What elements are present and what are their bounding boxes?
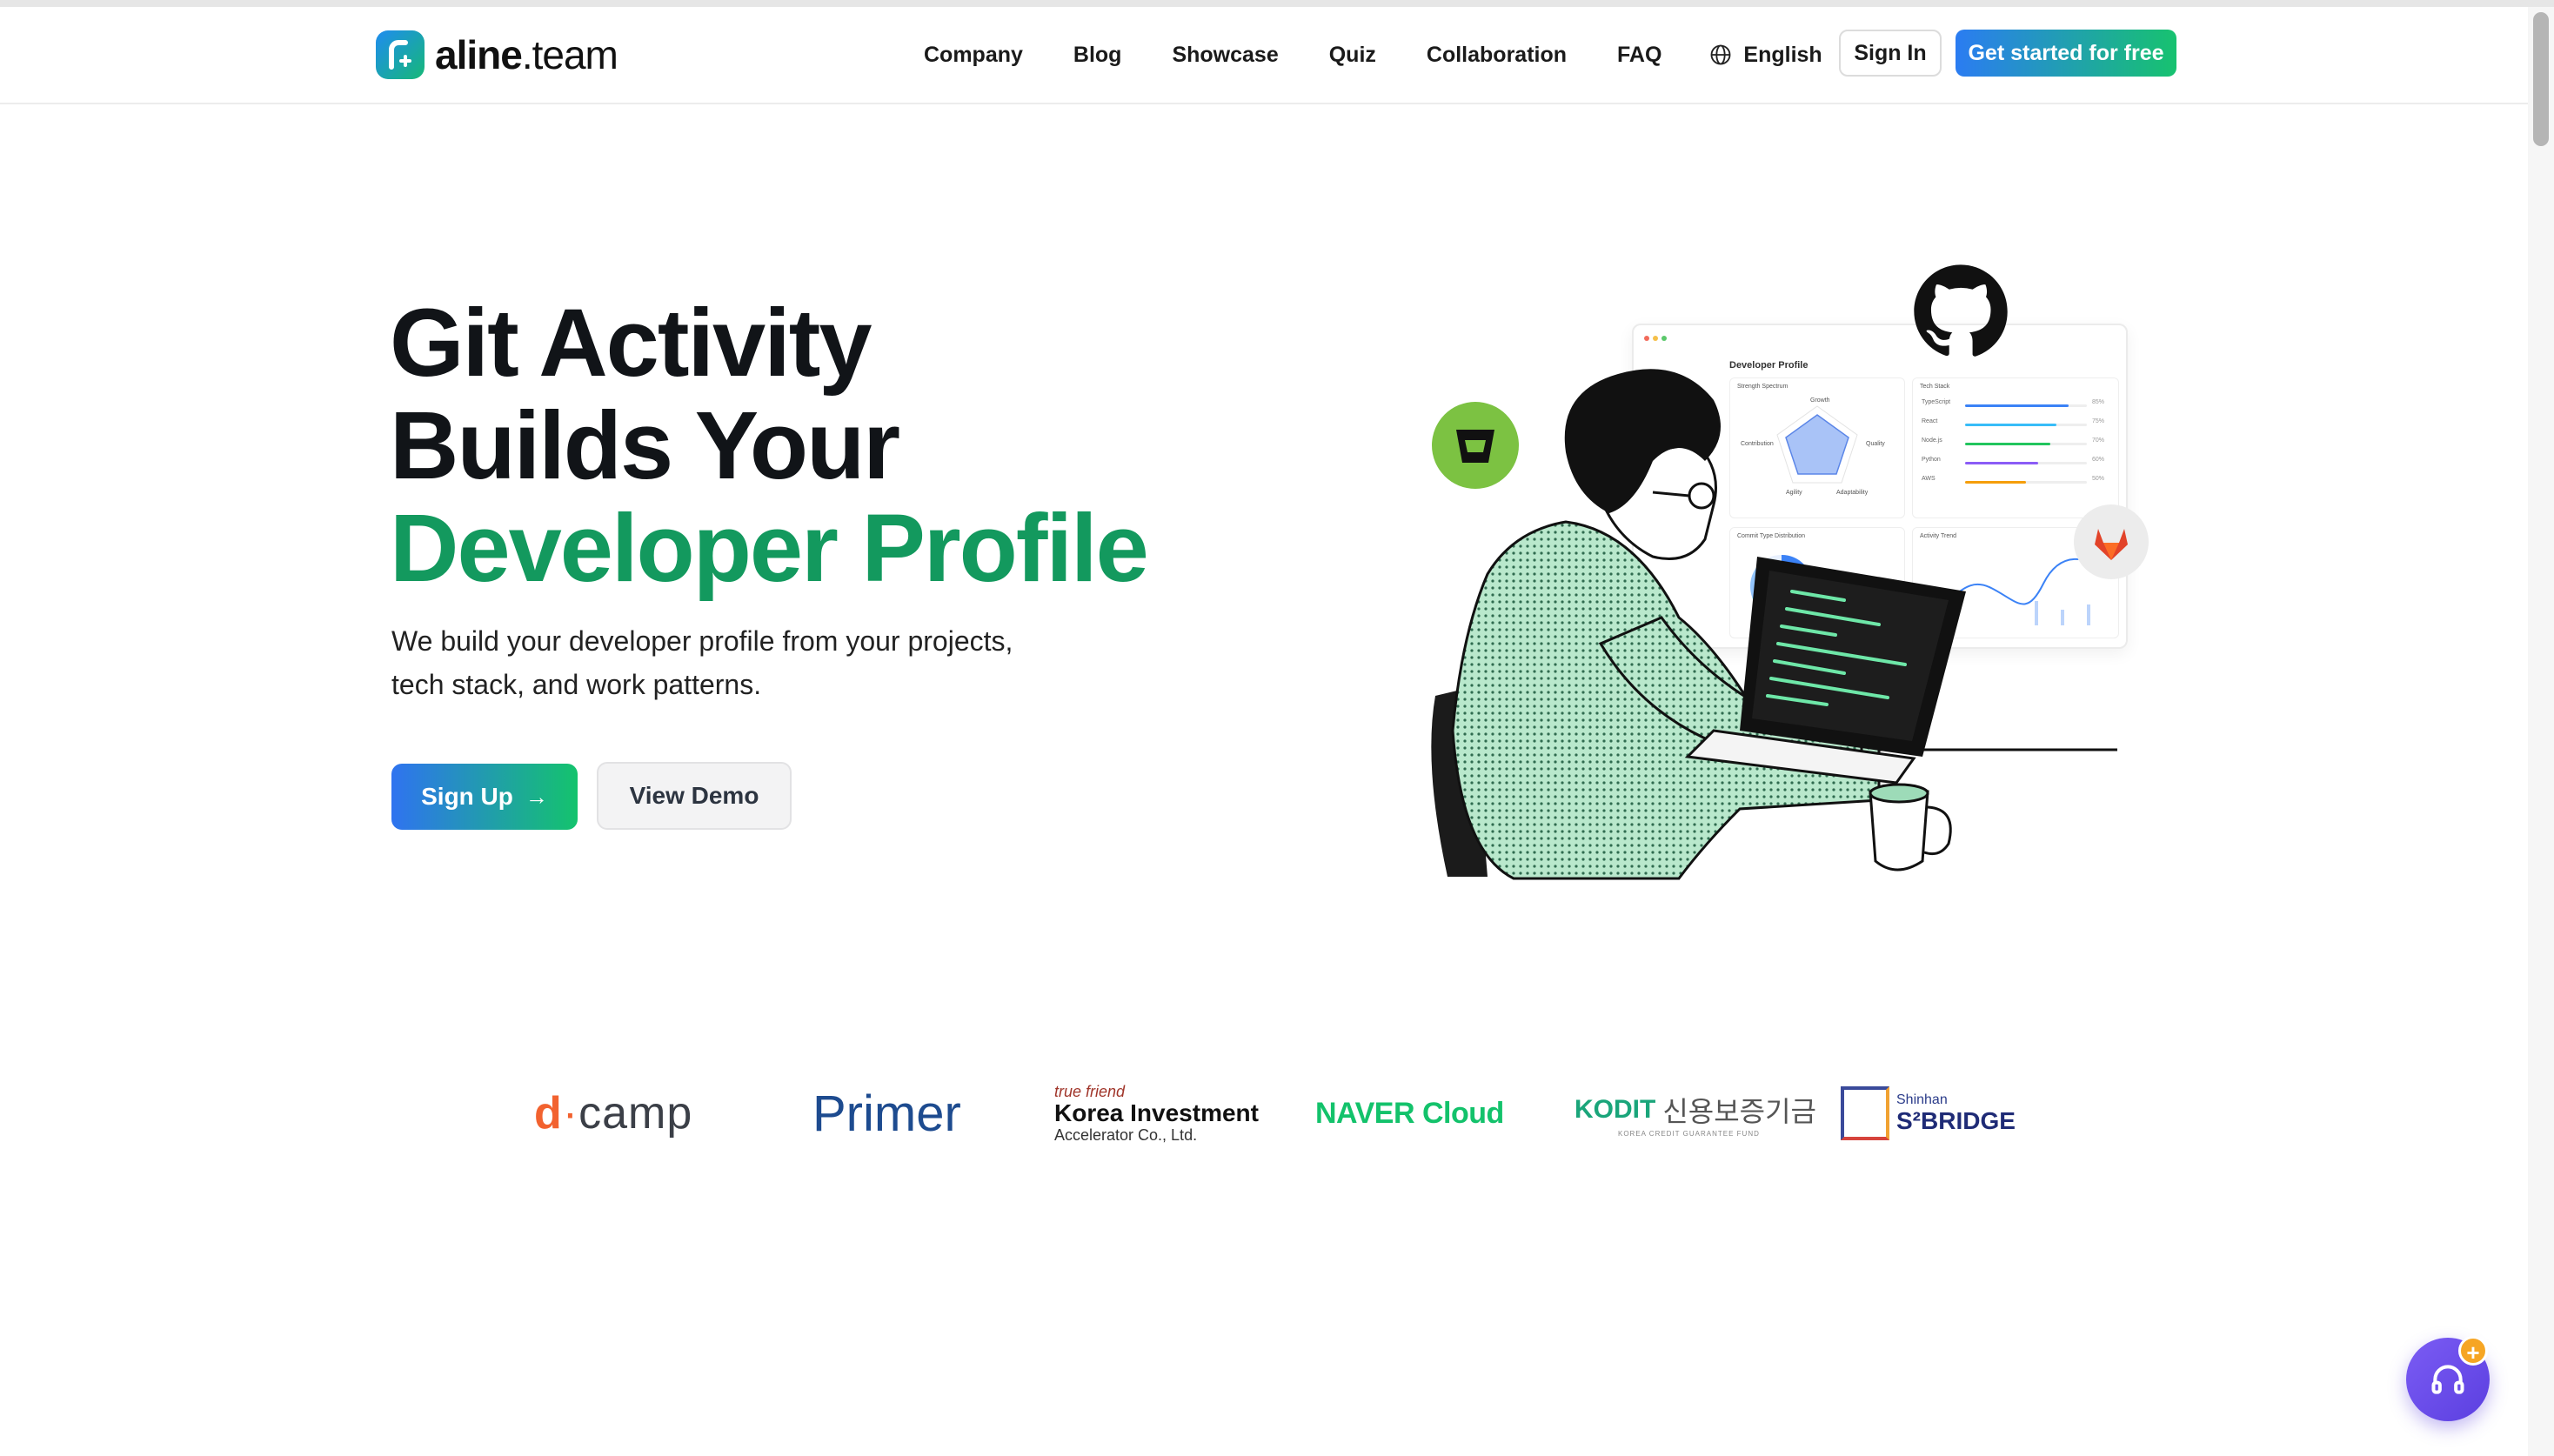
partner-kodit-logo: KODIT 신용보증기금 KOREA CREDIT GUARANTEE FUND (1575, 1070, 1816, 1157)
support-notification-badge: + (2458, 1336, 2488, 1366)
nav-showcase[interactable]: Showcase (1172, 43, 1278, 68)
view-demo-button[interactable]: View Demo (597, 762, 792, 830)
partner-naver-cloud-logo: NAVER Cloud (1315, 1096, 1504, 1130)
kia-mid: Korea Investment (1054, 1099, 1259, 1126)
globe-icon (1710, 44, 1731, 65)
brand-wordmark: aline.team (435, 32, 618, 77)
nav-quiz[interactable]: Quiz (1329, 43, 1376, 68)
kia-top: true friend (1054, 1083, 1126, 1100)
headset-icon (2431, 1365, 2464, 1394)
dcamp-word: camp (578, 1088, 693, 1139)
site-header: aline.team Company Blog Showcase Quiz Co… (0, 7, 2528, 104)
sign-in-button[interactable]: Sign In (1839, 30, 1942, 77)
hero-subtitle-line-1: We build your developer profile from you… (391, 625, 1013, 657)
sbridge-top: Shinhan (1896, 1092, 1948, 1107)
nav-company[interactable]: Company (924, 43, 1023, 68)
kodit-mark: KODIT (1575, 1094, 1656, 1124)
hero-title-line-2: Builds Your (390, 392, 900, 499)
kia-bot: Accelerator Co., Ltd. (1054, 1126, 1198, 1144)
get-started-button[interactable]: Get started for free (1956, 30, 2176, 77)
kodit-korean: 신용보증기금 (1662, 1095, 1816, 1127)
sbridge-main: S²BRIDGE (1896, 1107, 2016, 1134)
hero-title-line-1: Git Activity (390, 290, 873, 397)
partner-shinhan-sbridge-logo: Shinhan S²BRIDGE (1841, 1070, 2016, 1157)
scrollbar-thumb[interactable] (2533, 12, 2549, 146)
kodit-subtitle: KOREA CREDIT GUARANTEE FUND (1618, 1129, 1760, 1138)
main-nav: Company Blog Showcase Quiz Collaboration… (924, 33, 1866, 77)
page-scrollbar[interactable] (2528, 7, 2554, 1456)
sbridge-square-icon (1841, 1086, 1889, 1140)
nav-blog[interactable]: Blog (1073, 43, 1122, 68)
partner-korea-investment-logo: true friend Korea Investment Accelerator… (1054, 1070, 1259, 1157)
hero-illustration: Developer Profile Strength Spectrum Grow… (1392, 244, 2175, 887)
hero-subtitle-line-2: tech stack, and work patterns. (391, 669, 762, 700)
partner-logos: d · camp Primer true friend Korea Investme… (0, 1070, 2528, 1157)
sign-up-button[interactable]: Sign Up → (391, 764, 578, 830)
hero-title-line-3: Developer Profile (390, 495, 1149, 602)
brand-mark-icon (376, 30, 425, 79)
dcamp-d: d (534, 1088, 563, 1139)
dcamp-dot: · (562, 1088, 579, 1139)
brand-logo[interactable]: aline.team (376, 30, 618, 80)
language-label: English (1743, 42, 1822, 67)
hero-title: Git Activity Builds Your Developer Profi… (390, 290, 1149, 602)
sign-up-label: Sign Up (421, 783, 513, 810)
arrow-right-icon: → (525, 783, 548, 810)
nav-faq[interactable]: FAQ (1617, 43, 1661, 68)
partner-dcamp-logo: d · camp (534, 1070, 692, 1157)
partner-primer-logo: Primer (812, 1085, 961, 1142)
developer-illustration (1431, 369, 2117, 880)
browser-top-edge (0, 0, 2554, 7)
nav-collaboration[interactable]: Collaboration (1427, 43, 1567, 68)
hero-subtitle: We build your developer profile from you… (391, 619, 1174, 706)
